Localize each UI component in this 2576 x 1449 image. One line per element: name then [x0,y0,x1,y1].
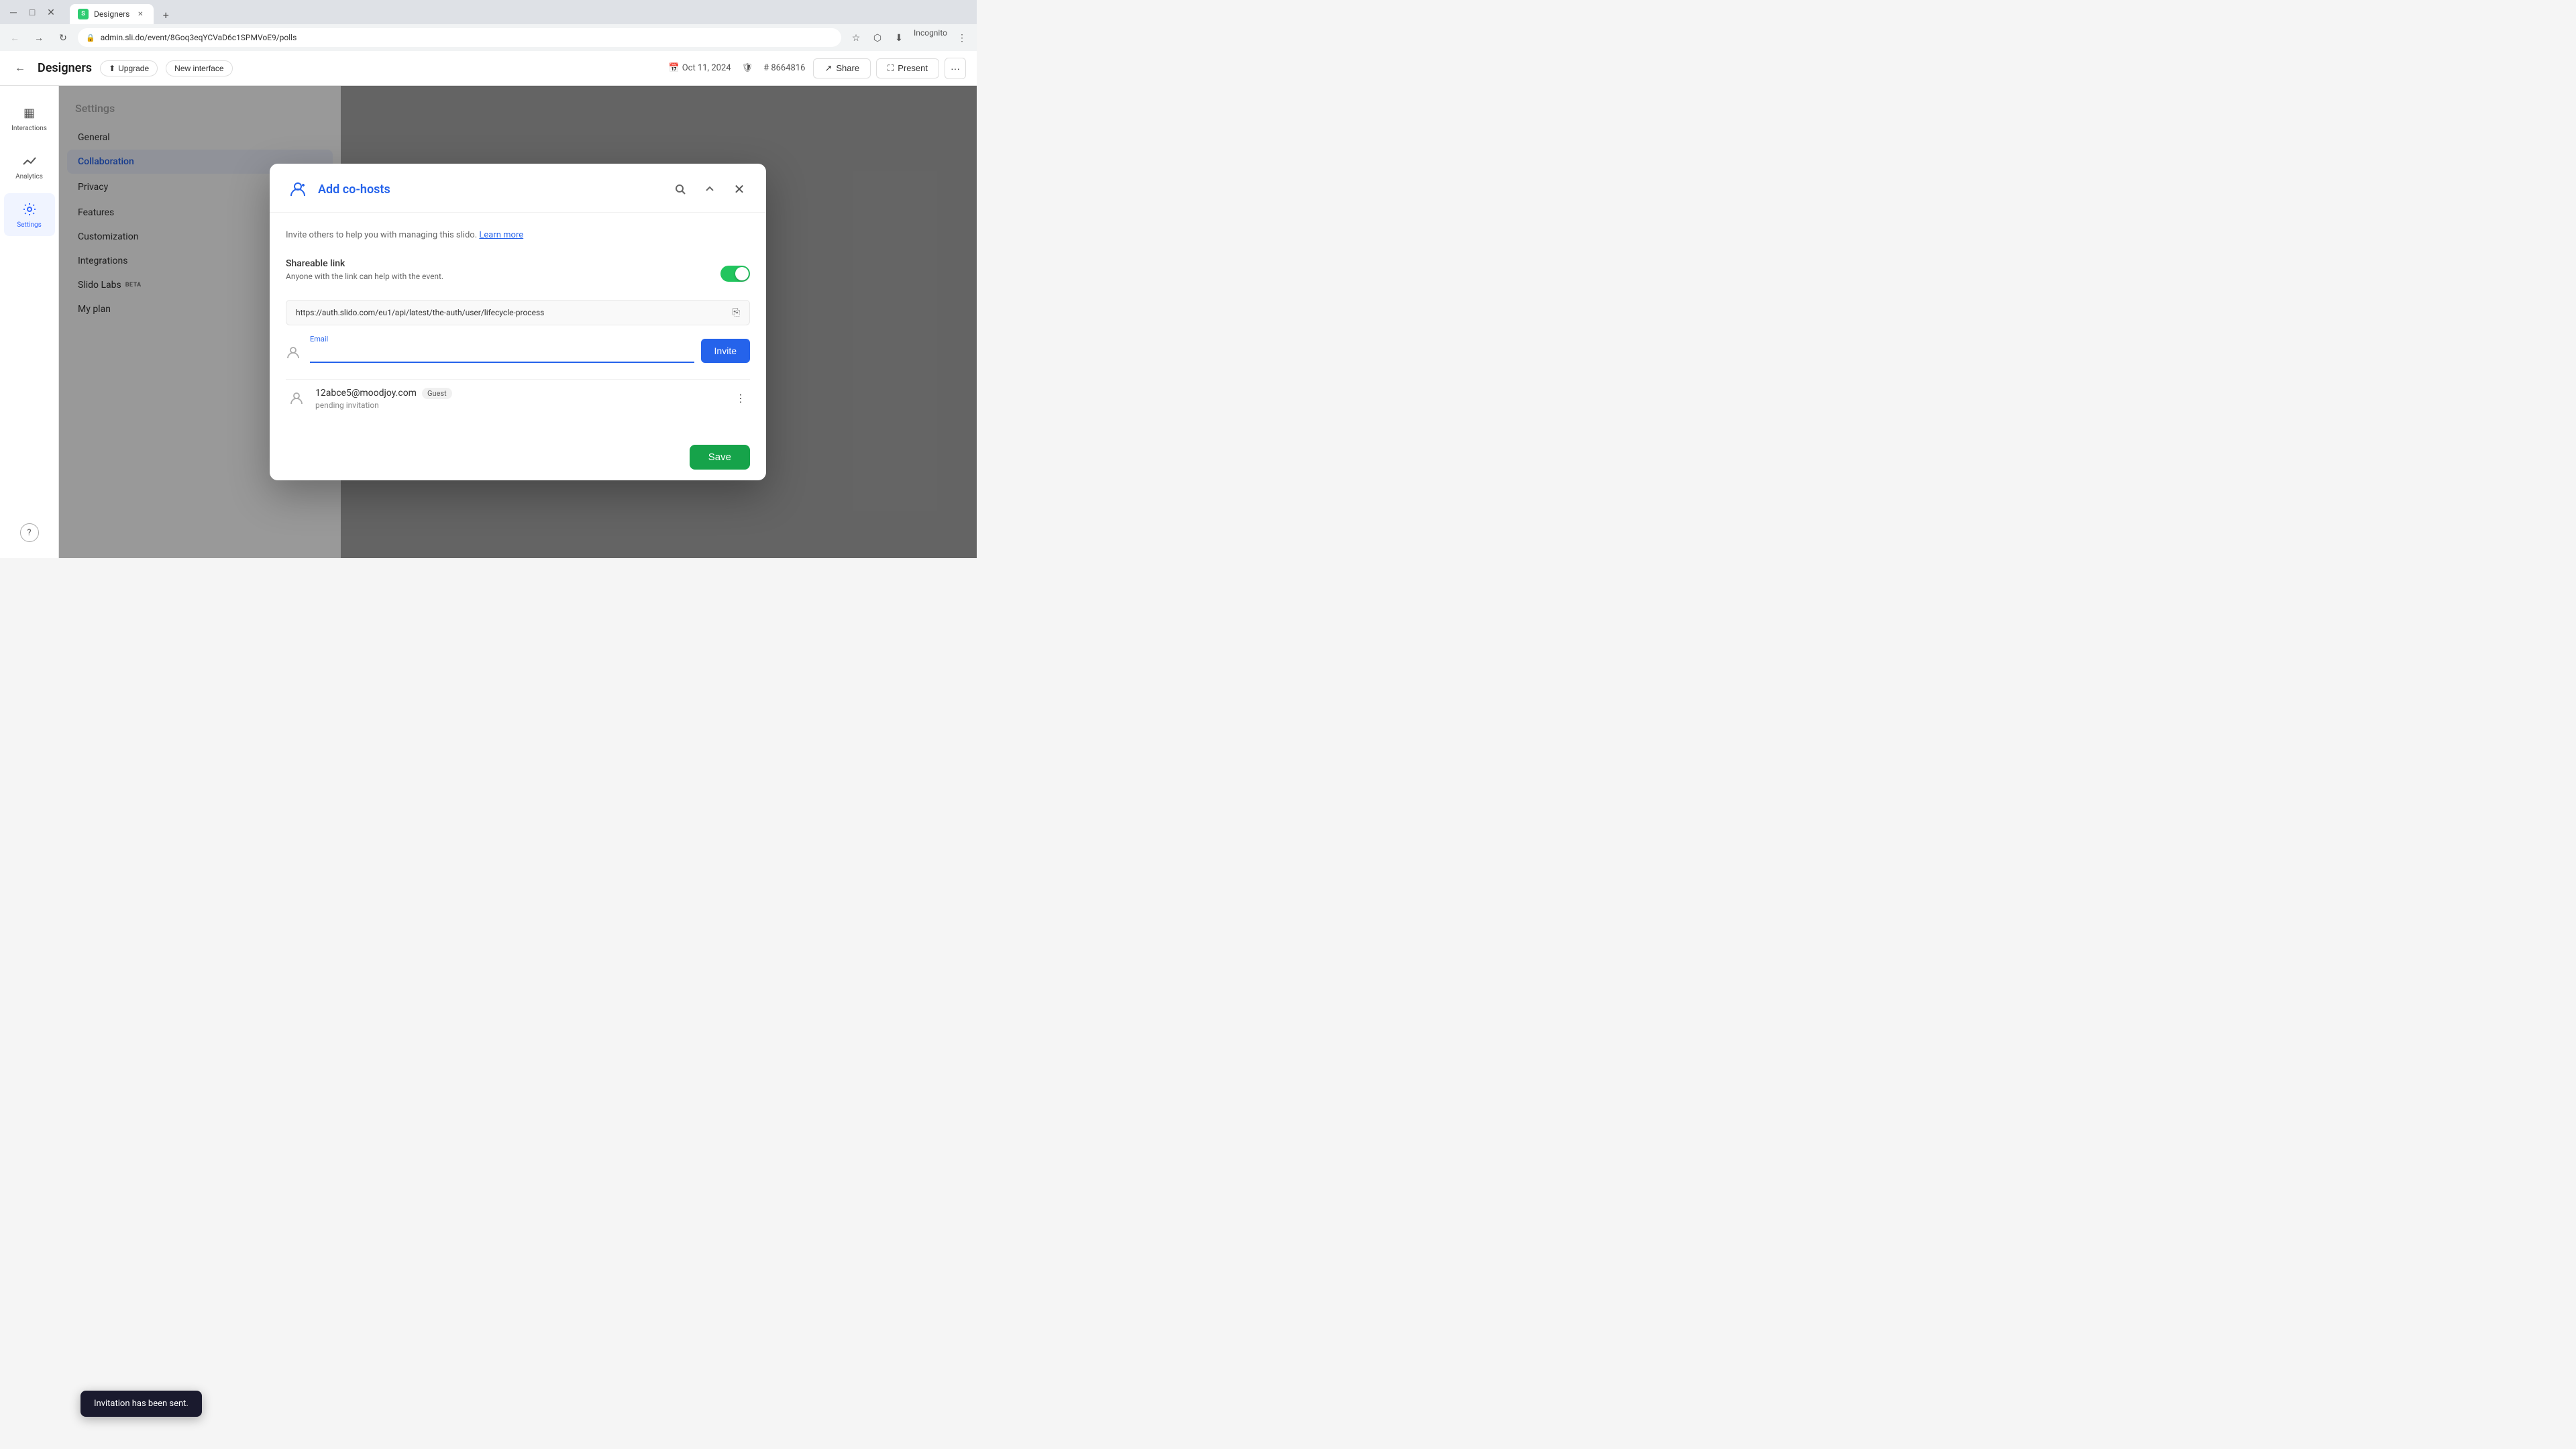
sidebar-label-interactions: Interactions [11,125,47,133]
user-avatar-icon [286,388,307,409]
modal-collapse-button[interactable] [699,178,720,200]
event-id: # 8664816 [763,63,805,73]
close-window-button[interactable]: ✕ [43,4,59,20]
address-bar[interactable]: 🔒 admin.sli.do/event/8Goq3eqYCVaD6c1SPMV… [78,28,841,47]
shareable-link-section: Shareable link Anyone with the link can … [286,258,750,289]
new-interface-label: New interface [174,64,223,73]
tab-close-button[interactable]: ✕ [135,9,146,19]
shareable-link-toggle[interactable] [720,266,750,282]
share-button[interactable]: ↗ Share [813,58,871,78]
new-interface-button[interactable]: New interface [166,60,232,76]
topbar-actions: ↗ Share ⛶ Present ··· [813,58,966,79]
modal-header: Add co-hosts [270,164,766,213]
save-button[interactable]: Save [690,445,750,470]
present-button[interactable]: ⛶ Present [876,58,939,78]
browser-menu-button[interactable]: ⋮ [953,28,971,47]
user-status: pending invitation [315,400,723,410]
modal-description: Invite others to help you with managing … [286,229,750,242]
link-url-text: https://auth.slido.com/eu1/api/latest/th… [296,308,727,317]
more-options-button[interactable]: ··· [945,58,966,79]
back-nav-button[interactable]: ← [5,28,24,47]
invite-button[interactable]: Invite [701,339,750,363]
modal-title: Add co-hosts [318,182,390,197]
event-date: 📅 Oct 11, 2024 [669,63,731,73]
shareable-link-sublabel: Anyone with the link can help with the e… [286,272,443,281]
incognito-label: Incognito [911,28,950,47]
toast-notification: Invitation has been sent. [80,1391,202,1417]
modal-close-button[interactable]: ✕ [729,178,750,200]
modal-search-button[interactable] [669,178,691,200]
tab-favicon: S [78,9,89,19]
upgrade-label: Upgrade [118,64,149,73]
sidebar-label-analytics: Analytics [15,173,43,181]
sidebar-label-settings: Settings [17,221,42,229]
shareable-link-url-box: https://auth.slido.com/eu1/api/latest/th… [286,300,750,325]
active-tab[interactable]: S Designers ✕ [70,4,154,24]
modal-header-actions: ✕ [669,178,750,200]
forward-nav-button[interactable]: → [30,28,48,47]
toggle-knob [735,267,749,280]
reload-button[interactable]: ↻ [54,28,72,47]
modal-title-row: Add co-hosts [286,177,390,201]
tab-title: Designers [94,9,129,19]
window-controls[interactable]: ─ □ ✕ [5,4,59,20]
toast-message: Invitation has been sent. [94,1399,189,1409]
interactions-icon: ▦ [20,103,39,122]
back-button[interactable]: ← [11,59,30,78]
email-input-group: Email [310,345,694,363]
shield-icon: 🛡 [742,63,753,73]
present-icon: ⛶ [888,63,894,74]
topbar-meta: 📅 Oct 11, 2024 🛡 # 8664816 [669,63,806,73]
app-container: ▦ Interactions Analytics Settings ? [0,86,977,558]
app-title: Designers [38,61,92,75]
downloads-button[interactable]: ⬇ [890,28,908,47]
tab-bar: S Designers ✕ + [64,0,180,24]
url-text: admin.sli.do/event/8Goq3eqYCVaD6c1SPMVoE… [101,33,833,42]
sidebar-item-settings[interactable]: Settings [4,193,55,236]
modal-person-icon [286,177,310,201]
settings-icon [20,200,39,219]
address-bar-row: ← → ↻ 🔒 admin.sli.do/event/8Goq3eqYCVaD6… [0,24,977,51]
shareable-link-label: Shareable link [286,258,443,269]
add-cohosts-modal: Add co-hosts [270,164,766,480]
modal-backdrop: Add co-hosts [59,86,977,558]
learn-more-link[interactable]: Learn more [479,230,523,240]
minimize-button[interactable]: ─ [5,4,21,20]
email-input[interactable] [310,345,694,363]
extensions-button[interactable]: ⬡ [868,28,887,47]
upgrade-button[interactable]: ⬆ Upgrade [100,60,158,76]
user-role-badge: Guest [422,388,452,399]
help-button[interactable]: ? [20,523,39,542]
user-email-row: 12abce5@moodjoy.com Guest [315,388,723,399]
user-info: 12abce5@moodjoy.com Guest pending invita… [315,388,723,410]
invite-person-icon [286,345,301,363]
user-email: 12abce5@moodjoy.com [315,388,417,398]
maximize-button[interactable]: □ [24,4,40,20]
sidebar-item-analytics[interactable]: Analytics [4,145,55,188]
email-label: Email [310,335,328,343]
lock-icon: 🔒 [86,34,95,42]
browser-actions: ☆ ⬡ ⬇ Incognito ⋮ [847,28,971,47]
user-options-button[interactable]: ⋮ [731,389,750,408]
modal-body: Invite others to help you with managing … [270,213,766,434]
main-content: Settings General Collaboration Privacy ⓘ… [59,86,977,558]
invite-row: Email Invite [286,339,750,363]
sidebar-item-interactions[interactable]: ▦ Interactions [4,97,55,140]
left-sidebar: ▦ Interactions Analytics Settings ? [0,86,59,558]
modal-footer: Save [270,434,766,480]
calendar-icon: 📅 [669,63,680,73]
copy-link-button[interactable]: ⎘ [733,307,740,318]
share-icon: ↗ [824,63,832,74]
invited-user-row: 12abce5@moodjoy.com Guest pending invita… [286,379,750,418]
upgrade-icon: ⬆ [109,64,115,73]
analytics-icon [20,152,39,170]
bookmark-button[interactable]: ☆ [847,28,865,47]
app-topbar: ← Designers ⬆ Upgrade New interface 📅 Oc… [0,51,977,86]
new-tab-button[interactable]: + [156,5,175,24]
browser-titlebar: ─ □ ✕ S Designers ✕ + [0,0,977,24]
